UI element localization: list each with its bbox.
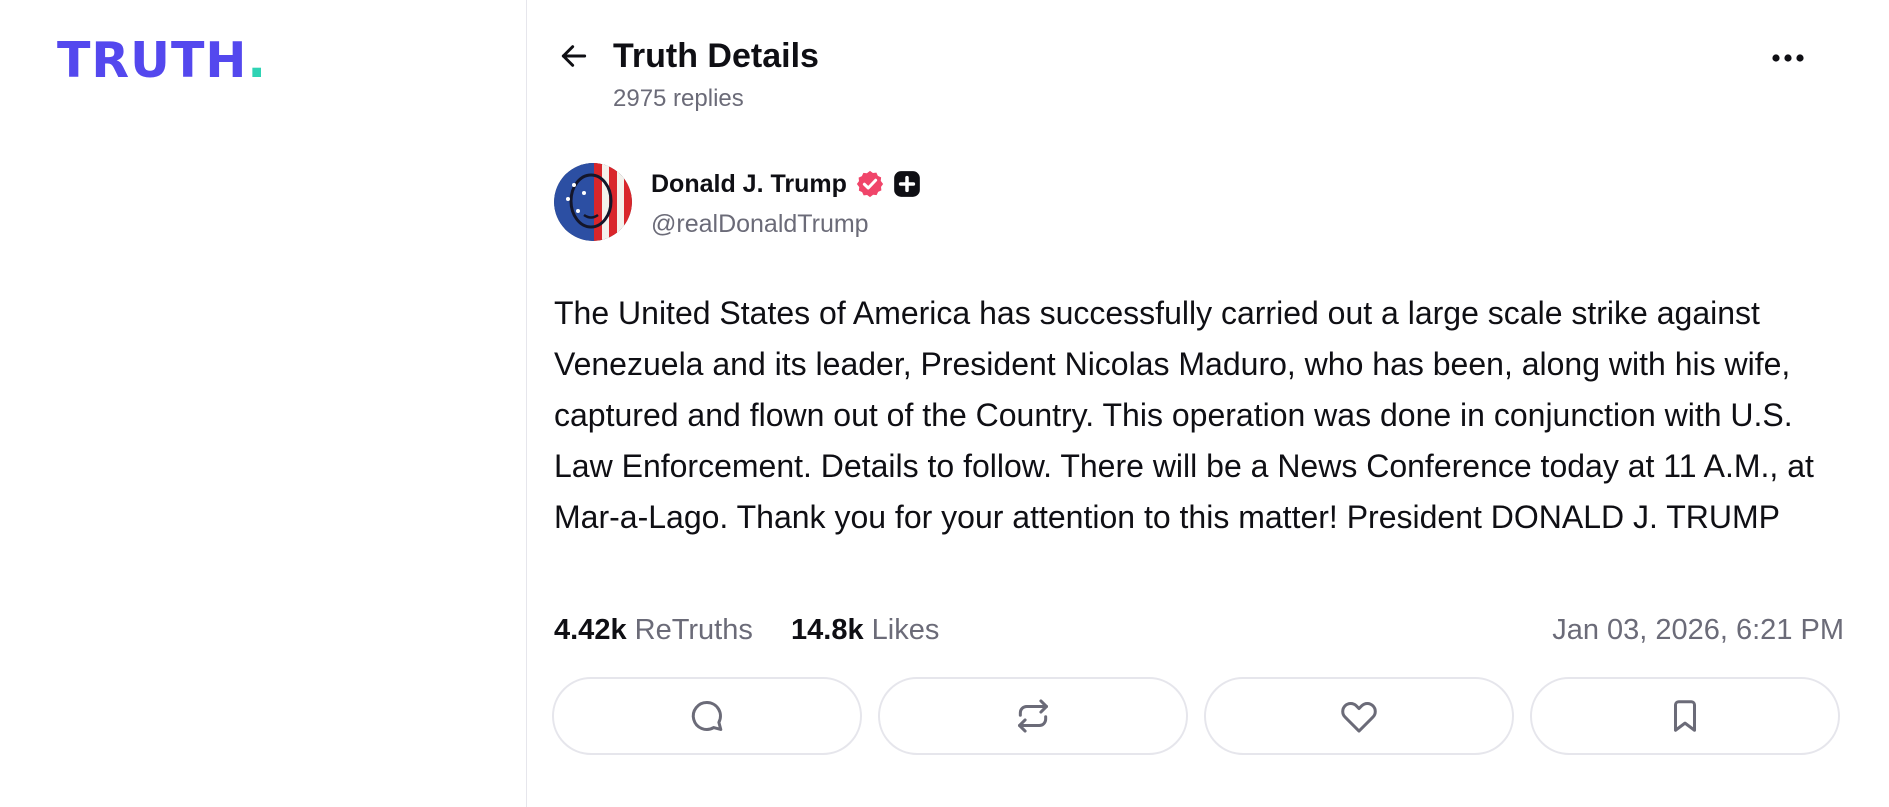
bookmark-button[interactable] xyxy=(1530,677,1840,755)
author-name-row: Donald J. Trump xyxy=(651,169,921,199)
page-title: Truth Details xyxy=(613,37,819,75)
app-root: TRUTH. Truth Details 2975 replies Donald… xyxy=(0,0,1889,807)
likes-stat[interactable]: 14.8k Likes xyxy=(791,610,939,650)
retruths-stat[interactable]: 4.42k ReTruths xyxy=(554,610,753,650)
arrow-left-icon xyxy=(561,45,587,67)
back-button[interactable] xyxy=(554,36,594,76)
plus-badge-icon xyxy=(894,171,920,197)
post-actions xyxy=(552,677,1842,757)
main-column: Truth Details 2975 replies Donald J. Tru… xyxy=(528,0,1889,807)
retruths-count: 4.42k xyxy=(554,614,627,646)
avatar-image xyxy=(554,163,632,241)
bookmark-icon xyxy=(1673,700,1697,732)
post-stats: 4.42k ReTruths 14.8k Likes Jan 03, 2026,… xyxy=(554,610,1844,650)
retruths-label: ReTruths xyxy=(634,614,753,646)
author-handle[interactable]: @realDonaldTrump xyxy=(651,210,869,239)
truth-logo[interactable]: TRUTH. xyxy=(57,36,267,85)
post-body: The United States of America has success… xyxy=(554,295,1814,535)
like-button[interactable] xyxy=(1204,677,1514,755)
author-name[interactable]: Donald J. Trump xyxy=(651,170,847,199)
left-sidebar: TRUTH. xyxy=(0,0,527,807)
more-options-button[interactable] xyxy=(1763,38,1813,78)
avatar[interactable] xyxy=(554,163,632,241)
page-header: Truth Details 2975 replies xyxy=(528,0,1889,130)
post-timestamp: Jan 03, 2026, 6:21 PM xyxy=(1552,614,1844,646)
likes-label: Likes xyxy=(871,614,940,646)
post-author: Donald J. Trump @realDonaldTrump xyxy=(554,163,1154,243)
retruth-icon xyxy=(1018,699,1048,733)
reply-icon xyxy=(691,701,723,731)
logo-dot: . xyxy=(247,32,268,89)
logo-text: TRUTH xyxy=(57,32,248,89)
like-icon xyxy=(1341,702,1377,733)
more-dots-icon xyxy=(1772,54,1804,62)
retruth-button[interactable] xyxy=(878,677,1188,755)
verified-badge-icon xyxy=(856,170,883,198)
likes-count: 14.8k xyxy=(791,614,864,646)
reply-button[interactable] xyxy=(552,677,862,755)
reply-count: 2975 replies xyxy=(613,85,744,112)
